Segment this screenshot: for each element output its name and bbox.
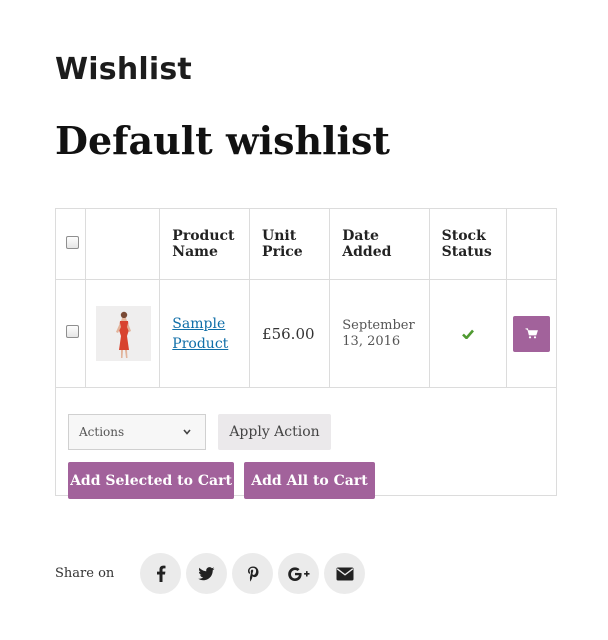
twitter-share-button[interactable] (186, 553, 227, 594)
wishlist-table: Product Name Unit Price Date Added Stock… (54, 208, 557, 499)
thumbnail-cell (85, 279, 161, 388)
product-thumbnail[interactable] (96, 306, 152, 361)
product-name-header: Product Name (159, 208, 251, 280)
price-cell: £56.00 (249, 279, 331, 388)
unit-price: £56.00 (262, 324, 315, 343)
cart-cell (506, 279, 557, 388)
actions-row: Actions Apply Action Add Selected to Car… (55, 387, 557, 499)
stock-status-header: Stock Status (428, 208, 508, 280)
apply-action-button[interactable]: Apply Action (218, 414, 331, 450)
actions-cell: Actions Apply Action Add Selected to Car… (55, 387, 557, 499)
date-added: September 13, 2016 (342, 317, 415, 349)
actions-select[interactable]: Actions (68, 414, 206, 450)
google-plus-icon (287, 566, 309, 581)
pinterest-share-button[interactable] (232, 553, 273, 594)
cart-icon (525, 328, 538, 339)
row-checkbox[interactable] (66, 325, 79, 338)
select-all-checkbox[interactable] (66, 235, 79, 249)
facebook-icon (156, 565, 165, 582)
add-to-cart-button[interactable] (513, 315, 551, 352)
stock-cell (428, 279, 508, 388)
dress-model-image (96, 306, 152, 361)
unit-price-header: Unit Price (249, 208, 331, 280)
share-label: Share on (55, 566, 115, 581)
product-link[interactable]: Sample Product (172, 316, 228, 352)
action-header (506, 208, 557, 280)
wishlist-title: Default wishlist (55, 118, 390, 163)
facebook-share-button[interactable] (140, 553, 181, 594)
row-select-cell (54, 279, 87, 388)
thumbnail-header (85, 208, 161, 280)
select-all-cell (54, 208, 87, 280)
date-cell: September 13, 2016 (329, 279, 430, 388)
chevron-down-icon (183, 415, 191, 449)
checkmark-icon (461, 325, 474, 343)
add-all-to-cart-button[interactable]: Add All to Cart (244, 462, 375, 499)
google-plus-share-button[interactable] (278, 553, 319, 594)
pinterest-icon (247, 566, 258, 581)
twitter-icon (198, 566, 215, 580)
table-header-row: Product Name Unit Price Date Added Stock… (54, 208, 557, 280)
email-share-button[interactable] (324, 553, 365, 594)
table-row: Sample Product £56.00 September 13, 2016 (54, 279, 557, 388)
date-added-header: Date Added (329, 208, 430, 280)
add-selected-to-cart-button[interactable]: Add Selected to Cart (68, 462, 234, 499)
product-name-cell: Sample Product (159, 279, 251, 388)
email-icon (336, 567, 353, 580)
page-heading: Wishlist (55, 52, 192, 87)
